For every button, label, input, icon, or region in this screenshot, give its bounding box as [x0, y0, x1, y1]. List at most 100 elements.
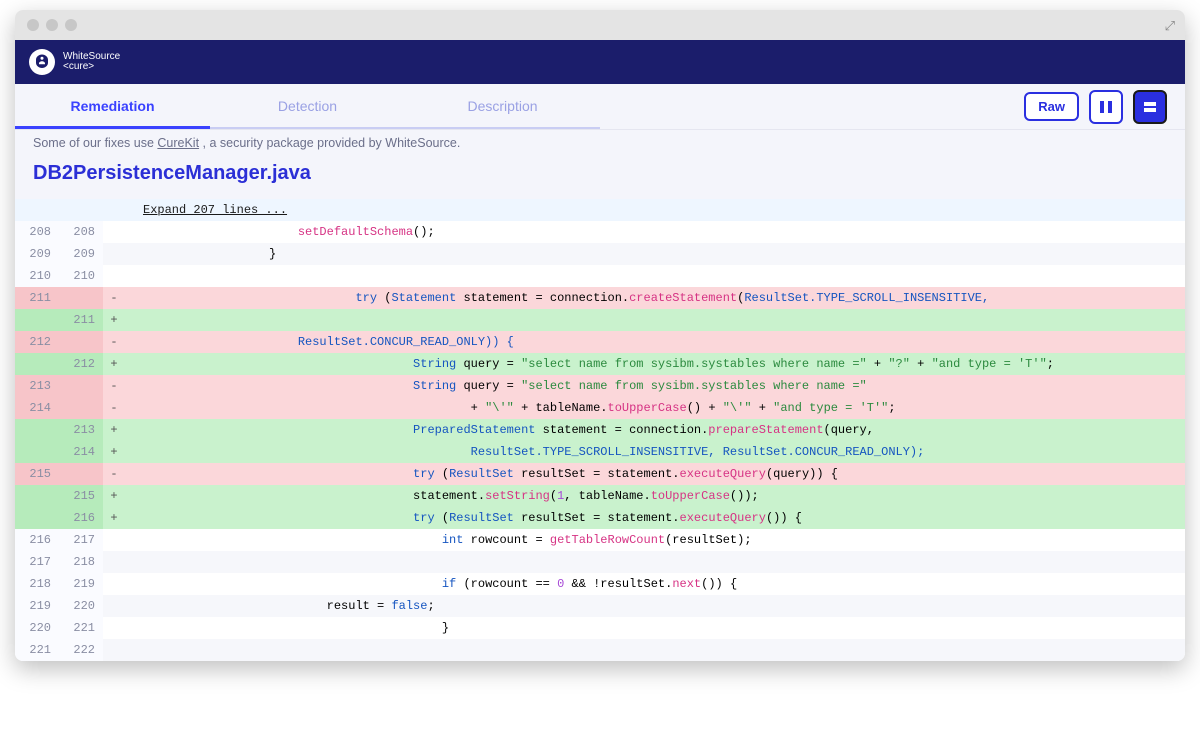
old-line-number: 221 [15, 639, 59, 661]
new-line-number [59, 287, 103, 309]
diff-marker: + [103, 485, 125, 507]
curekit-link[interactable]: CureKit [157, 136, 199, 150]
toolbar-actions: Raw [1024, 90, 1185, 124]
diff-line: 215+ statement.setString(1, tableName.to… [15, 485, 1185, 507]
diff-line: 211- try (Statement statement = connecti… [15, 287, 1185, 309]
old-line-number [15, 353, 59, 375]
expand-window-icon[interactable]: ⤢ [1165, 18, 1175, 34]
new-line-number: 215 [59, 485, 103, 507]
diff-line: 213 - String query = "select name from sy… [15, 375, 1185, 397]
code-content: } [125, 617, 1185, 639]
code-content: String query = "select name from sysibm.… [125, 375, 1185, 397]
new-line-number: 219 [59, 573, 103, 595]
expand-lines-button[interactable]: Expand 207 lines ... [15, 199, 1185, 221]
diff-line: 216217 int rowcount = getTableRowCount(r… [15, 529, 1185, 551]
diff-line: 214- + "\'" + tableName.toUpperCase() + … [15, 397, 1185, 419]
new-line-number: 214 [59, 441, 103, 463]
diff-line: 212- ResultSet.CONCUR_READ_ONLY)) { [15, 331, 1185, 353]
code-content: try (Statement statement = connection.cr… [125, 287, 1185, 309]
new-line-number [59, 331, 103, 353]
diff-line: 212+ String query = "select name from sy… [15, 353, 1185, 375]
rows-icon [1142, 99, 1158, 115]
toolbar: Remediation Detection Description Raw [15, 84, 1185, 130]
code-content: ResultSet.CONCUR_READ_ONLY)) { [125, 331, 1185, 353]
code-content: String query = "select name from sysibm.… [125, 353, 1185, 375]
brand-text: WhiteSource <cure> [63, 52, 120, 73]
diff-marker: - [103, 463, 125, 485]
diff-viewer: Expand 207 lines ... 208208 setDefaultSc… [15, 199, 1185, 661]
diff-marker [103, 595, 125, 617]
new-line-number [59, 397, 103, 419]
diff-marker [103, 639, 125, 661]
context-prefix: Some of our fixes use [33, 136, 157, 150]
old-line-number: 213 [15, 375, 59, 397]
tab-strip: Remediation Detection Description [15, 84, 600, 129]
diff-marker [103, 551, 125, 573]
diff-body: 208208 setDefaultSchema();209209 }210210… [15, 221, 1185, 661]
diff-line: 208208 setDefaultSchema(); [15, 221, 1185, 243]
old-line-number [15, 309, 59, 331]
code-content [125, 309, 1185, 331]
app-window: ⤢ WhiteSource <cure> Remediation Detecti… [15, 10, 1185, 661]
code-content: int rowcount = getTableRowCount(resultSe… [125, 529, 1185, 551]
old-line-number: 209 [15, 243, 59, 265]
new-line-number: 210 [59, 265, 103, 287]
code-content [125, 551, 1185, 573]
diff-line: 221222 [15, 639, 1185, 661]
old-line-number: 208 [15, 221, 59, 243]
context-note: Some of our fixes use CureKit , a securi… [15, 130, 1185, 158]
side-by-side-button[interactable] [1089, 90, 1123, 124]
new-line-number: 217 [59, 529, 103, 551]
maximize-window-icon[interactable] [65, 19, 77, 31]
diff-marker: + [103, 353, 125, 375]
new-line-number: 213 [59, 419, 103, 441]
tab-detection[interactable]: Detection [210, 84, 405, 129]
diff-marker: - [103, 397, 125, 419]
old-line-number: 217 [15, 551, 59, 573]
diff-line: 216+ try (ResultSet resultSet = statemen… [15, 507, 1185, 529]
old-line-number [15, 441, 59, 463]
code-content: if (rowcount == 0 && !resultSet.next()) … [125, 573, 1185, 595]
diff-line: 219220 result = false; [15, 595, 1185, 617]
diff-line: 215- try (ResultSet resultSet = statemen… [15, 463, 1185, 485]
new-line-number: 212 [59, 353, 103, 375]
old-line-number [15, 485, 59, 507]
tab-description[interactable]: Description [405, 84, 600, 129]
old-line-number: 215 [15, 463, 59, 485]
new-line-number: 216 [59, 507, 103, 529]
diff-marker [103, 221, 125, 243]
diff-marker [103, 243, 125, 265]
raw-button[interactable]: Raw [1024, 92, 1079, 121]
code-content: statement.setString(1, tableName.toUpper… [125, 485, 1185, 507]
diff-marker: + [103, 441, 125, 463]
old-line-number: 220 [15, 617, 59, 639]
diff-marker [103, 265, 125, 287]
old-line-number [15, 419, 59, 441]
diff-marker: - [103, 375, 125, 397]
old-line-number [15, 507, 59, 529]
code-content: result = false; [125, 595, 1185, 617]
minimize-window-icon[interactable] [46, 19, 58, 31]
tab-remediation[interactable]: Remediation [15, 84, 210, 129]
diff-line: 220221 } [15, 617, 1185, 639]
unified-view-button[interactable] [1133, 90, 1167, 124]
close-window-icon[interactable] [27, 19, 39, 31]
diff-marker: + [103, 419, 125, 441]
new-line-number: 209 [59, 243, 103, 265]
diff-line: 211+ [15, 309, 1185, 331]
new-line-number: 218 [59, 551, 103, 573]
columns-icon [1098, 99, 1114, 115]
old-line-number: 211 [15, 287, 59, 309]
brand-bar: WhiteSource <cure> [15, 40, 1185, 84]
old-line-number: 219 [15, 595, 59, 617]
diff-line: 209209 } [15, 243, 1185, 265]
diff-line: 214+ ResultSet.TYPE_SCROLL_INSENSITIVE, … [15, 441, 1185, 463]
diff-line: 213+ PreparedStatement statement = conne… [15, 419, 1185, 441]
code-content: setDefaultSchema(); [125, 221, 1185, 243]
diff-marker: + [103, 507, 125, 529]
old-line-number: 210 [15, 265, 59, 287]
code-content: try (ResultSet resultSet = statement.exe… [125, 507, 1185, 529]
titlebar: ⤢ [15, 10, 1185, 40]
new-line-number: 208 [59, 221, 103, 243]
code-content: PreparedStatement statement = connection… [125, 419, 1185, 441]
